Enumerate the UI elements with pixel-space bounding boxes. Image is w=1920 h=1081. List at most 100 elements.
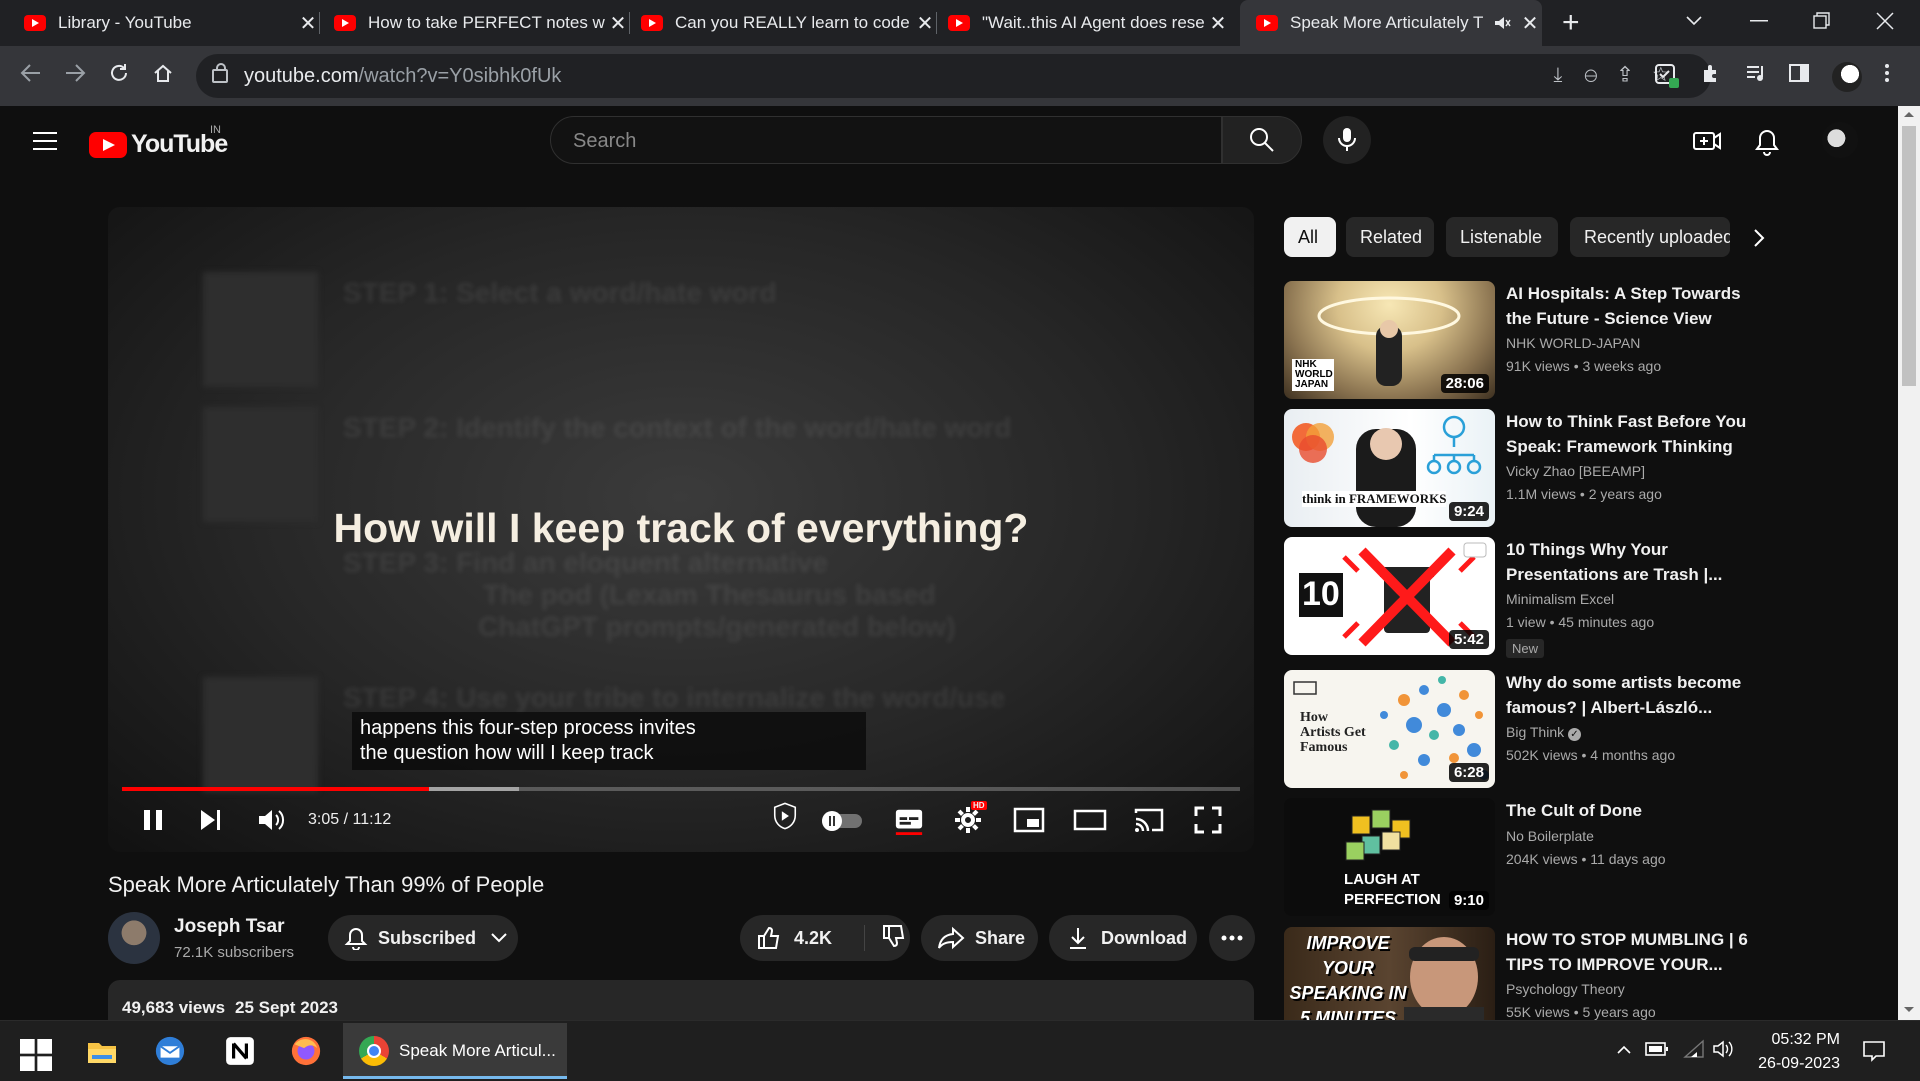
recommendation-item[interactable]: How Artists Get Famous 6:28 Why do some … (1284, 670, 1764, 788)
channel-name[interactable]: Big Think ✓ (1506, 724, 1581, 741)
notion-app-icon[interactable] (224, 1035, 256, 1067)
dislike-button[interactable] (865, 923, 907, 954)
browser-tab[interactable]: Can you REALLY learn to code ✕ (641, 0, 937, 46)
cast-icon[interactable] (1133, 805, 1165, 835)
extension-checklist-icon[interactable] (1653, 62, 1681, 90)
video-thumbnail[interactable]: NHK WORLD JAPAN 28:06 (1284, 281, 1495, 399)
account-avatar[interactable] (1822, 122, 1858, 158)
share-button[interactable]: Share (921, 915, 1038, 961)
tray-overflow-chevron-icon[interactable] (1616, 1043, 1632, 1055)
download-button[interactable]: Download (1049, 915, 1197, 961)
browser-tab[interactable]: Library - YouTube ✕ (24, 0, 320, 46)
address-bar[interactable]: youtube.com/watch?v=Y0sibhk0fUk ⤓⊖⇪☆ (196, 54, 1711, 98)
like-button[interactable]: 4.2K (740, 925, 865, 951)
scroll-up-arrow-icon[interactable] (1903, 110, 1915, 118)
sponsor-shield-icon[interactable] (766, 801, 804, 831)
file-explorer-icon[interactable] (86, 1035, 118, 1067)
video-title[interactable]: How to Think Fast Before You Speak: Fram… (1506, 409, 1756, 459)
tab-close-icon[interactable]: ✕ (1518, 11, 1542, 36)
reload-icon[interactable] (108, 62, 130, 84)
recommendation-item[interactable]: 10 5:42 10 Things Why Your Presentations… (1284, 537, 1764, 658)
settings-button[interactable]: HD (953, 801, 987, 835)
side-panel-icon[interactable] (1788, 62, 1810, 84)
volume-icon[interactable] (256, 805, 286, 835)
channel-avatar[interactable] (108, 912, 160, 964)
pause-icon[interactable] (140, 805, 166, 835)
voice-search-button[interactable] (1323, 116, 1371, 164)
windows-start-icon[interactable] (20, 1039, 52, 1071)
window-close-icon[interactable] (1876, 12, 1894, 30)
video-title[interactable]: 10 Things Why Your Presentations are Tra… (1506, 537, 1756, 587)
search-input[interactable] (571, 129, 1175, 154)
video-thumbnail[interactable]: 10 5:42 (1284, 537, 1495, 655)
speaker-volume-icon[interactable] (1712, 1039, 1734, 1059)
theater-mode-icon[interactable] (1073, 805, 1107, 835)
zoom-icon[interactable]: ⊖ (1584, 64, 1619, 86)
channel-name[interactable]: Psychology Theory (1506, 981, 1625, 997)
channel-name[interactable]: Vicky Zhao [BEEAMP] (1506, 463, 1645, 479)
install-icon[interactable]: ⤓ (1553, 64, 1584, 86)
autoplay-toggle[interactable] (820, 805, 864, 835)
browser-tab-active[interactable]: Speak More Articulately T ✕ (1240, 0, 1542, 46)
new-tab-button[interactable]: + (1562, 6, 1580, 40)
subtitles-icon[interactable] (893, 805, 925, 835)
video-title[interactable]: HOW TO STOP MUMBLING | 6 TIPS TO IMPROVE… (1506, 927, 1756, 977)
browser-tab[interactable]: "Wait..this AI Agent does rese ✕ (948, 0, 1230, 46)
mail-app-icon[interactable] (154, 1035, 186, 1067)
more-actions-button[interactable] (1209, 915, 1255, 961)
tab-audio-icon[interactable] (1492, 13, 1512, 33)
extensions-puzzle-icon[interactable] (1700, 62, 1724, 86)
youtube-logo[interactable]: YouTube IN (89, 124, 228, 159)
battery-icon[interactable] (1645, 1041, 1669, 1057)
notifications-bell-icon[interactable] (1754, 128, 1780, 156)
tab-close-icon[interactable]: ✕ (296, 11, 320, 36)
video-thumbnail[interactable]: IMPROVE YOUR SPEAKING IN 5 MINUTES (1284, 927, 1495, 1020)
search-button[interactable] (1222, 116, 1302, 164)
video-thumbnail[interactable]: think in FRAMEWORKS 9:24 (1284, 409, 1495, 527)
chips-next-chevron-icon[interactable] (1752, 228, 1766, 248)
tab-search-chevron-icon[interactable] (1685, 14, 1703, 28)
fullscreen-icon[interactable] (1193, 805, 1223, 835)
wifi-icon[interactable] (1683, 1039, 1705, 1059)
chip-recently-uploaded[interactable]: Recently uploaded (1570, 217, 1730, 257)
browser-menu-icon[interactable] (1884, 62, 1890, 84)
share-page-icon[interactable]: ⇪ (1619, 64, 1652, 86)
home-icon[interactable] (152, 62, 174, 84)
minimize-icon[interactable] (1750, 20, 1768, 24)
tab-close-icon[interactable]: ✕ (913, 11, 937, 36)
recommendation-item[interactable]: LAUGH AT PERFECTION 9:10 The Cult of Don… (1284, 798, 1764, 916)
chip-related[interactable]: Related (1346, 217, 1434, 257)
scroll-down-arrow-icon[interactable] (1903, 1006, 1915, 1014)
channel-name[interactable]: Minimalism Excel (1506, 591, 1614, 607)
miniplayer-icon[interactable] (1013, 805, 1045, 835)
forward-icon[interactable] (64, 62, 86, 84)
video-player[interactable]: STEP 1: Select a word/hate word STEP 2: … (108, 207, 1254, 852)
taskbar-chrome-window[interactable]: Speak More Articul... (343, 1023, 567, 1079)
video-title[interactable]: Why do some artists become famous? | Alb… (1506, 670, 1756, 720)
create-video-icon[interactable] (1692, 128, 1722, 154)
scrollbar-thumb[interactable] (1902, 126, 1916, 386)
back-icon[interactable] (20, 62, 42, 84)
browser-tab[interactable]: How to take PERFECT notes w ✕ (334, 0, 630, 46)
firefox-app-icon[interactable] (290, 1035, 322, 1067)
recommendation-item[interactable]: think in FRAMEWORKS 9:24 How to Think Fa… (1284, 409, 1764, 527)
subscribed-button[interactable]: Subscribed (328, 915, 518, 961)
next-video-icon[interactable] (198, 805, 224, 835)
restore-icon[interactable] (1813, 12, 1831, 30)
channel-name[interactable]: NHK WORLD-JAPAN (1506, 335, 1640, 351)
channel-name[interactable]: No Boilerplate (1506, 828, 1594, 844)
channel-name[interactable]: Joseph Tsar (174, 916, 285, 938)
video-thumbnail[interactable]: LAUGH AT PERFECTION 9:10 (1284, 798, 1495, 916)
video-title[interactable]: The Cult of Done (1506, 798, 1756, 823)
menu-hamburger-icon[interactable] (33, 132, 57, 156)
video-thumbnail[interactable]: How Artists Get Famous 6:28 (1284, 670, 1495, 788)
chip-all[interactable]: All (1284, 217, 1336, 257)
tab-close-icon[interactable]: ✕ (606, 11, 630, 36)
video-title[interactable]: AI Hospitals: A Step Towards the Future … (1506, 281, 1756, 331)
notification-center-icon[interactable] (1862, 1039, 1886, 1063)
progress-bar[interactable] (122, 787, 1240, 791)
chip-listenable[interactable]: Listenable (1446, 217, 1558, 257)
recommendation-item[interactable]: IMPROVE YOUR SPEAKING IN 5 MINUTES HOW T… (1284, 927, 1764, 1020)
system-clock[interactable]: 05:32 PM 26-09-2023 (1740, 1028, 1840, 1076)
page-scrollbar[interactable] (1898, 106, 1920, 1020)
